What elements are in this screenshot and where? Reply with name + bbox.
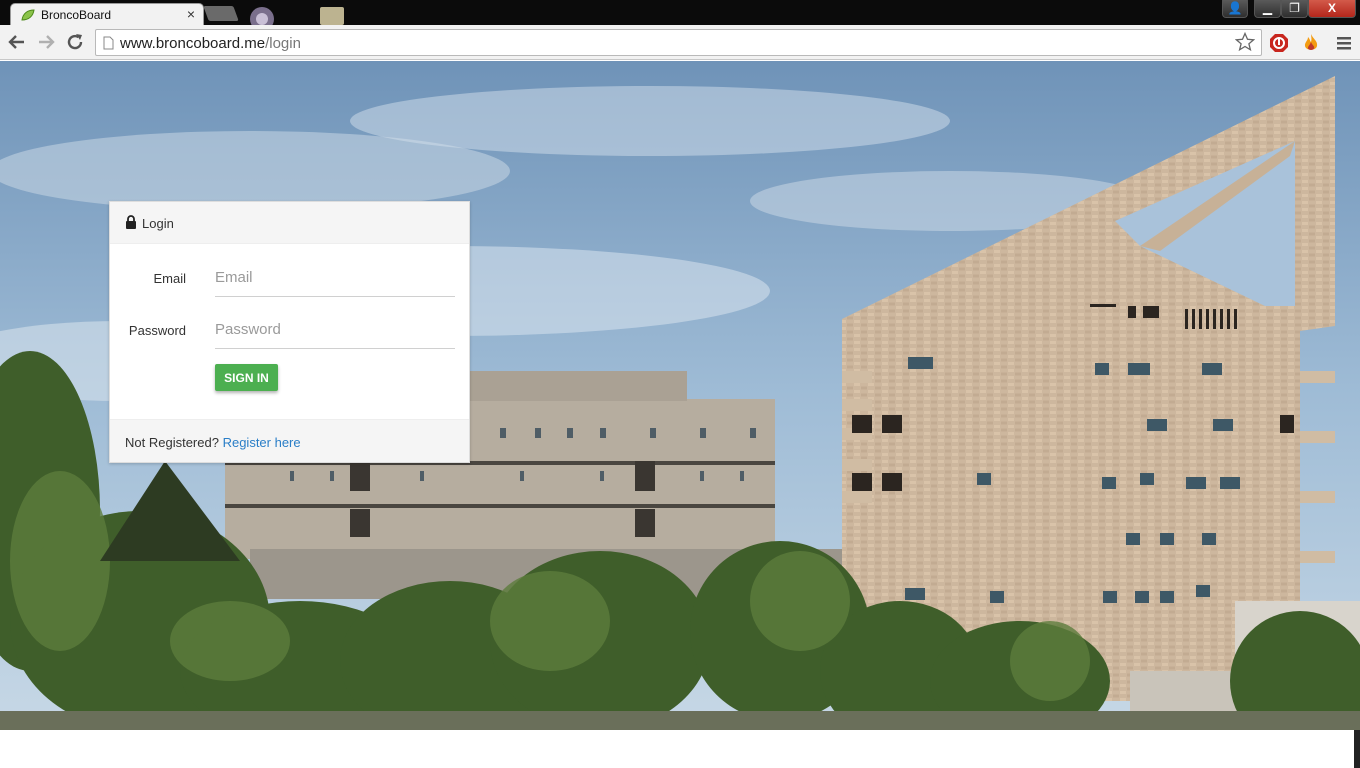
tab-title: BroncoBoard <box>41 8 112 22</box>
login-panel-footer: Not Registered? Register here <box>110 419 469 462</box>
url-host: www.broncoboard.me <box>120 35 266 52</box>
tab-close-button[interactable]: × <box>187 6 195 22</box>
login-panel-header: Login <box>110 202 469 244</box>
page-bottom-area <box>0 730 1354 768</box>
page-icon <box>103 36 114 50</box>
close-window-button[interactable]: X <box>1308 0 1356 18</box>
minimize-button[interactable]: ▁ <box>1254 0 1281 18</box>
password-field[interactable] <box>215 311 455 349</box>
menu-icon[interactable] <box>1334 33 1354 53</box>
profile-button[interactable]: 👤 <box>1222 0 1248 18</box>
email-row: Email <box>110 258 471 298</box>
not-registered-text: Not Registered? <box>125 435 219 450</box>
sign-in-button[interactable]: SIGN IN <box>215 364 278 391</box>
reload-icon[interactable] <box>64 31 86 53</box>
forward-arrow-icon[interactable] <box>35 31 57 53</box>
register-prompt: Not Registered? Register here <box>125 435 301 450</box>
new-tab-button[interactable] <box>203 6 239 21</box>
fire-extension-icon[interactable] <box>1301 33 1321 53</box>
lock-icon <box>126 215 136 229</box>
browser-titlebar: BroncoBoard × 👤 ▁ ❐ X <box>0 0 1360 26</box>
password-row: Password <box>110 310 471 350</box>
login-panel: Login Email Password SIGN IN Not Registe… <box>109 201 470 463</box>
browser-toolbar: www.broncoboard.me/login <box>0 25 1360 60</box>
login-title: Login <box>142 216 174 231</box>
maximize-button[interactable]: ❐ <box>1281 0 1308 18</box>
back-arrow-icon[interactable] <box>6 31 28 53</box>
email-label: Email <box>153 271 186 286</box>
address-bar[interactable]: www.broncoboard.me/login <box>95 29 1262 56</box>
leaf-favicon <box>21 9 35 21</box>
scrollbar-edge[interactable] <box>1354 730 1360 768</box>
email-field[interactable] <box>215 259 455 297</box>
url-path: /login <box>265 35 301 52</box>
url-text[interactable]: www.broncoboard.me/login <box>120 35 301 52</box>
register-link[interactable]: Register here <box>223 435 301 450</box>
page-viewport: Login Email Password SIGN IN Not Registe… <box>0 61 1360 730</box>
adblock-extension-icon[interactable] <box>1269 33 1289 53</box>
pinned-app-icon[interactable] <box>247 6 277 26</box>
bookmark-star-icon[interactable] <box>1235 32 1255 52</box>
tab-broncoboard[interactable]: BroncoBoard × <box>10 3 204 26</box>
password-label: Password <box>128 323 186 338</box>
pinned-folder-icon[interactable] <box>320 7 344 25</box>
